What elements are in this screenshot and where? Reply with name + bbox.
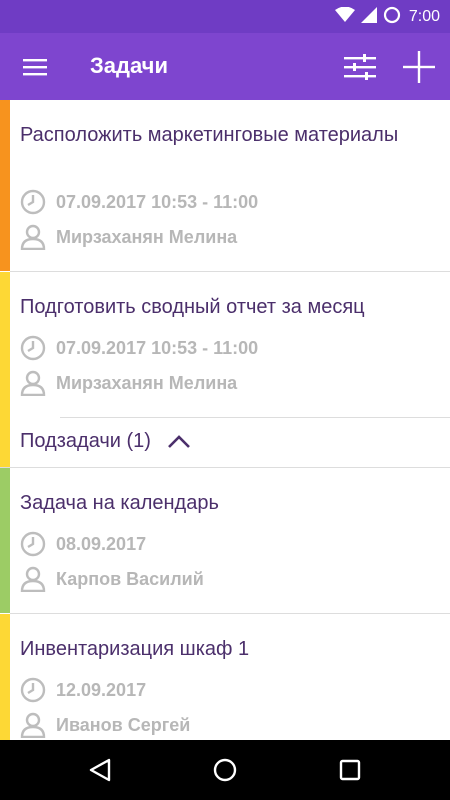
signal-icon bbox=[360, 6, 377, 28]
clock-icon bbox=[20, 189, 46, 215]
task-datetime: 12.09.2017 bbox=[20, 677, 146, 703]
task-card[interactable]: Задача на календарь 08.09.2017 Карпов Ва… bbox=[0, 468, 450, 613]
home-circle-icon bbox=[213, 758, 237, 782]
clock-icon bbox=[20, 677, 46, 703]
person-icon bbox=[20, 712, 46, 738]
plus-icon bbox=[403, 51, 435, 83]
person-icon bbox=[20, 224, 46, 250]
chevron-up-icon bbox=[168, 434, 190, 448]
task-assignee: Карпов Василий bbox=[20, 566, 204, 592]
task-priority-bar bbox=[0, 614, 10, 740]
status-bar: 7:00 bbox=[0, 0, 450, 33]
sliders-icon bbox=[344, 54, 376, 80]
task-assignee: Мирзаханян Мелина bbox=[20, 370, 237, 396]
status-icons: 7:00 bbox=[334, 5, 440, 29]
task-datetime: 08.09.2017 bbox=[20, 531, 146, 557]
menu-icon bbox=[23, 59, 47, 76]
task-list: Расположить маркетинговые материалы 07.0… bbox=[0, 100, 450, 740]
person-icon bbox=[20, 370, 46, 396]
task-priority-bar bbox=[0, 272, 10, 467]
task-title: Задача на календарь bbox=[20, 492, 219, 514]
clock-icon bbox=[20, 335, 46, 361]
person-icon bbox=[20, 566, 46, 592]
filter-button[interactable] bbox=[342, 49, 378, 85]
wifi-icon bbox=[334, 6, 355, 28]
app-bar: Задачи bbox=[0, 33, 450, 100]
task-card[interactable]: Подготовить сводный отчет за месяц 07.09… bbox=[0, 272, 450, 467]
task-title: Инвентаризация шкаф 1 bbox=[20, 638, 250, 660]
add-task-button[interactable] bbox=[400, 48, 438, 86]
back-button[interactable] bbox=[82, 752, 118, 788]
subtasks-toggle[interactable]: Подзадачи (1) bbox=[20, 430, 191, 453]
recents-square-icon bbox=[339, 759, 361, 781]
task-priority-bar bbox=[0, 100, 10, 271]
task-datetime: 07.09.2017 10:53 - 11:00 bbox=[20, 189, 258, 215]
task-priority-bar bbox=[0, 468, 10, 613]
subtasks-label: Подзадачи (1) bbox=[20, 430, 151, 452]
back-triangle-icon bbox=[89, 758, 111, 782]
battery-icon bbox=[383, 6, 401, 29]
menu-button[interactable] bbox=[20, 52, 50, 82]
task-card[interactable]: Инвентаризация шкаф 1 12.09.2017 Иванов … bbox=[0, 614, 450, 740]
recents-button[interactable] bbox=[332, 752, 368, 788]
task-card[interactable]: Расположить маркетинговые материалы 07.0… bbox=[0, 100, 450, 271]
navigation-bar bbox=[0, 740, 450, 800]
task-datetime: 07.09.2017 10:53 - 11:00 bbox=[20, 335, 258, 361]
task-assignee: Иванов Сергей bbox=[20, 712, 190, 738]
task-title: Подготовить сводный отчет за месяц bbox=[20, 296, 365, 318]
divider bbox=[60, 417, 450, 418]
task-assignee: Мирзаханян Мелина bbox=[20, 224, 237, 250]
page-title: Задачи bbox=[90, 53, 168, 78]
task-title: Расположить маркетинговые материалы bbox=[20, 124, 399, 146]
status-time: 7:00 bbox=[408, 8, 440, 25]
home-button[interactable] bbox=[207, 752, 243, 788]
clock-icon bbox=[20, 531, 46, 557]
